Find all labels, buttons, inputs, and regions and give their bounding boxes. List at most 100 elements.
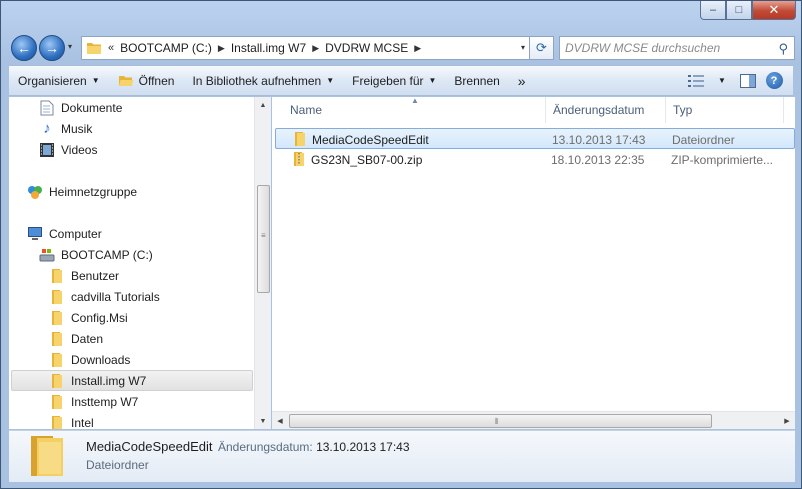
column-label: Name	[290, 103, 323, 117]
more-commands-button[interactable]: »	[509, 66, 535, 95]
breadcrumb-dvdrw-mcse[interactable]: DVDRW MCSE	[325, 41, 408, 55]
navigation-pane: Dokumente ♪ Musik Videos Heimnetzgruppe …	[9, 97, 271, 429]
tree-item-daten[interactable]: Daten	[49, 328, 103, 349]
tree-item-label: Dokumente	[61, 100, 123, 115]
help-icon: ?	[765, 72, 783, 89]
caption-buttons: – □ ✕	[700, 1, 796, 20]
back-button[interactable]: ←	[11, 35, 37, 61]
file-name: GS23N_SB07-00.zip	[311, 152, 423, 167]
view-dropdown[interactable]: ▼	[709, 66, 735, 95]
tree-item-cadvilla[interactable]: cadvilla Tutorials	[49, 286, 160, 307]
preview-pane-button[interactable]	[735, 66, 761, 95]
minimize-button[interactable]: –	[700, 1, 726, 20]
tree-item-label: Intel	[71, 415, 94, 430]
sort-ascending-icon: ▲	[411, 96, 419, 105]
tree-item-documents[interactable]: Dokumente	[39, 97, 122, 118]
search-icon[interactable]: ⚲	[778, 41, 788, 57]
open-folder-icon	[118, 75, 134, 86]
chevron-right-icon[interactable]: ▶	[414, 43, 421, 54]
tree-item-downloads[interactable]: Downloads	[49, 349, 130, 370]
scroll-left-button[interactable]: ◀	[272, 414, 288, 428]
forward-button[interactable]: →	[39, 35, 65, 61]
tree-item-computer[interactable]: Computer	[27, 223, 102, 244]
column-header-date[interactable]: Änderungsdatum	[546, 97, 666, 123]
document-icon	[39, 100, 55, 116]
chevron-down-icon: ▼	[91, 76, 100, 85]
search-placeholder: DVDRW MCSE durchsuchen	[565, 41, 721, 55]
music-icon: ♪	[43, 120, 51, 137]
folder-icon	[49, 331, 65, 347]
navigation-scrollbar[interactable]: ▲ ≡ ▼	[254, 97, 271, 429]
tree-item-intel[interactable]: Intel	[49, 412, 94, 429]
tree-item-label: Daten	[71, 331, 104, 346]
computer-icon	[27, 226, 43, 242]
tree-item-label: Config.Msi	[71, 310, 128, 325]
column-header-row: Name ▲ Änderungsdatum Typ	[272, 96, 795, 123]
folder-icon	[295, 132, 305, 146]
scroll-right-button[interactable]: ▶	[779, 414, 795, 428]
details-date-value: 13.10.2013 17:43	[316, 440, 410, 454]
details-file-type: Dateiordner	[86, 458, 149, 472]
help-button[interactable]: ?	[761, 66, 787, 95]
library-label: In Bibliothek aufnehmen	[192, 73, 322, 88]
view-list-icon	[688, 74, 704, 87]
details-date-label: Änderungsdatum:	[218, 440, 313, 454]
address-dropdown[interactable]: ▾	[521, 43, 525, 52]
breadcrumb-install-img[interactable]: Install.img W7	[231, 41, 306, 55]
preview-pane-icon	[740, 73, 756, 88]
burn-label: Brennen	[454, 73, 500, 88]
change-view-button[interactable]	[683, 66, 709, 95]
share-with-menu[interactable]: Freigeben für ▼	[343, 66, 445, 95]
open-button[interactable]: Öffnen	[109, 66, 184, 95]
tree-item-install-img[interactable]: Install.img W7	[11, 370, 253, 391]
file-type: ZIP-komprimierte...	[671, 152, 774, 167]
file-row[interactable]: MediaCodeSpeedEdit 13.10.2013 17:43 Date…	[275, 128, 795, 149]
close-button[interactable]: ✕	[752, 1, 796, 20]
refresh-button[interactable]: ⟳	[530, 36, 554, 60]
tree-item-bootcamp[interactable]: BOOTCAMP (C:)	[39, 244, 153, 265]
tree-item-label: cadvilla Tutorials	[71, 289, 160, 304]
scroll-up-button[interactable]: ▲	[255, 97, 271, 113]
tree-item-music[interactable]: ♪ Musik	[39, 118, 92, 139]
include-in-library-menu[interactable]: In Bibliothek aufnehmen ▼	[183, 66, 343, 95]
column-label: Typ	[673, 103, 693, 117]
history-dropdown[interactable]: ▾	[68, 42, 72, 51]
folder-icon	[49, 352, 65, 368]
tree-item-insttemp[interactable]: Insttemp W7	[49, 391, 138, 412]
breadcrumb-bootcamp[interactable]: BOOTCAMP (C:)	[120, 41, 212, 55]
horizontal-scrollbar[interactable]: ◀ ⦀ ▶	[272, 411, 795, 429]
tree-item-label: Heimnetzgruppe	[49, 184, 138, 199]
tree-item-videos[interactable]: Videos	[39, 139, 97, 160]
grip-icon: ⦀	[495, 417, 499, 426]
column-label: Änderungsdatum	[553, 103, 645, 117]
tree-item-label: Install.img W7	[71, 373, 147, 388]
tree-item-label: Computer	[49, 226, 102, 241]
tree-item-label: BOOTCAMP (C:)	[61, 247, 153, 262]
folder-icon	[87, 43, 101, 54]
tree-item-config-msi[interactable]: Config.Msi	[49, 307, 128, 328]
burn-button[interactable]: Brennen	[445, 66, 508, 95]
organize-menu[interactable]: Organisieren ▼	[9, 66, 109, 95]
tree-item-label: Insttemp W7	[71, 394, 139, 409]
chevron-right-icon[interactable]: ▶	[218, 43, 225, 54]
address-bar[interactable]: « BOOTCAMP (C:) ▶ Install.img W7 ▶ DVDRW…	[81, 36, 530, 60]
column-header-name[interactable]: Name ▲	[272, 96, 546, 123]
folder-icon	[49, 289, 65, 305]
tree-item-homegroup[interactable]: Heimnetzgruppe	[27, 181, 137, 202]
scroll-thumb[interactable]: ≡	[257, 185, 270, 293]
breadcrumb-overflow[interactable]: «	[108, 42, 114, 54]
scroll-down-button[interactable]: ▼	[255, 413, 271, 429]
scroll-thumb[interactable]: ⦀	[289, 414, 712, 428]
file-date: 13.10.2013 17:43	[552, 132, 646, 147]
column-header-type[interactable]: Typ	[666, 97, 784, 123]
search-input[interactable]: DVDRW MCSE durchsuchen ⚲	[559, 36, 795, 60]
more-label: »	[517, 72, 526, 89]
folder-icon	[49, 310, 65, 326]
details-modified: Änderungsdatum: 13.10.2013 17:43	[218, 440, 410, 454]
tree-item-benutzer[interactable]: Benutzer	[49, 265, 119, 286]
view-controls: ▼ ?	[683, 66, 787, 95]
file-row[interactable]: GS23N_SB07-00.zip 18.10.2013 22:35 ZIP-k…	[275, 149, 795, 170]
chevron-right-icon[interactable]: ▶	[312, 43, 319, 54]
maximize-button[interactable]: □	[726, 1, 752, 20]
tree-item-label: Benutzer	[71, 268, 120, 283]
